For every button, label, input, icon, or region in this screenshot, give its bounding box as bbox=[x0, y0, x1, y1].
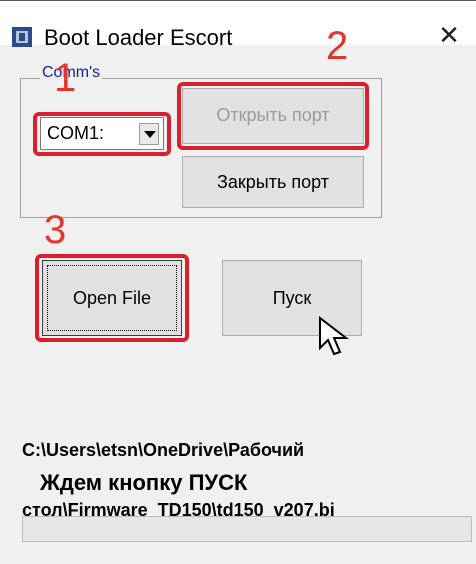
status-text: Ждем кнопку ПУСК bbox=[40, 470, 248, 495]
step-number-2: 2 bbox=[326, 24, 349, 68]
mouse-cursor-icon bbox=[319, 316, 349, 356]
highlight-com-port bbox=[33, 112, 171, 156]
window-title: Boot Loader Escort bbox=[44, 25, 233, 50]
step-number-3: 3 bbox=[44, 208, 67, 252]
app-icon bbox=[12, 27, 32, 47]
highlight-open-port bbox=[177, 82, 369, 150]
progress-bar bbox=[22, 516, 472, 542]
close-icon: ✕ bbox=[438, 20, 460, 50]
step-number-1: 1 bbox=[54, 56, 77, 100]
close-button[interactable]: ✕ bbox=[434, 21, 464, 49]
close-port-button[interactable]: Закрыть порт bbox=[182, 156, 364, 208]
file-path-line: C:\Users\etsn\OneDrive\Рабочий bbox=[22, 440, 305, 460]
highlight-open-file bbox=[35, 254, 189, 342]
title-bar: Boot Loader Escort ✕ bbox=[0, 0, 476, 50]
